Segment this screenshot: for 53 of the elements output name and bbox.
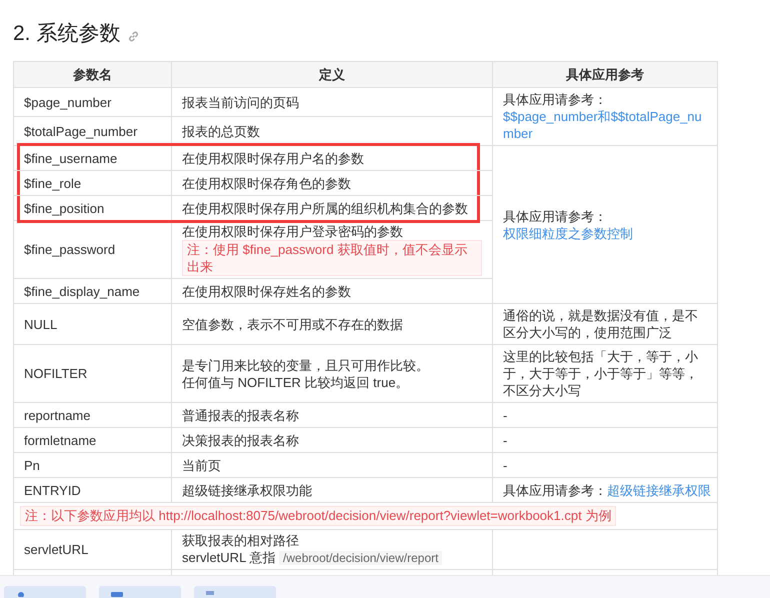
reference-text: 通俗的说，就是数据没有值，是不区分大小写的，使用范围广泛 — [503, 308, 698, 340]
definition-text: 在使用权限时保存用户登录密码的参数 — [182, 224, 403, 239]
parameter-name: servletURL — [24, 542, 88, 557]
parameter-name: formletname — [24, 432, 96, 448]
reference-link[interactable]: 权限细粒度之参数控制 — [503, 224, 707, 242]
footer-button[interactable] — [194, 586, 276, 598]
parameter-name: $totalPage_number — [24, 124, 138, 138]
definition-text: 超级链接继承权限功能 — [182, 482, 312, 498]
reference-link[interactable]: $$page_number和$$totalPage_number — [503, 108, 707, 142]
definition-text: 普通报表的报表名称 — [182, 408, 299, 422]
reference-text: - — [503, 432, 508, 448]
reference-text: 这里的比较包括「大于，等于，小于，大于等于，小于等于」等等，不区分大小写 — [503, 349, 698, 398]
parameter-name: NOFILTER — [24, 366, 88, 381]
parameter-name: ENTRYID — [24, 482, 81, 498]
definition-text: 决策报表的报表名称 — [182, 432, 299, 448]
reference-text: - — [503, 408, 508, 422]
definition-text: 在使用权限时保存姓名的参数 — [182, 284, 351, 298]
column-header: 具体应用参考 — [492, 62, 718, 88]
section-heading: 2. 系统参数 — [13, 23, 120, 44]
column-header: 定义 — [172, 62, 492, 88]
parameter-name: $fine_role — [24, 176, 82, 190]
column-header: 参数名 — [14, 62, 172, 88]
definition-text: 报表当前访问的页码 — [182, 94, 299, 110]
footer-button[interactable] — [4, 586, 86, 598]
note-banner: 注：以下参数应用均以 http://localhost:8075/webroot/decision/view/report?viewlet=workbook1.cpt 为例 — [20, 506, 616, 526]
reference-link[interactable]: 超级链接继承权限 — [607, 482, 711, 498]
parameter-name: $page_number — [24, 94, 112, 110]
definition-text: 在使用权限时保存用户所属的组织机构集合的参数 — [182, 200, 468, 216]
definition-text: 在使用权限时保存角色的参数 — [182, 176, 351, 190]
parameter-name: $fine_username — [24, 150, 118, 166]
parameter-name: Pn — [24, 458, 40, 472]
warning-note: 注：使用 $fine_password 获取值时，值不会显示出来 — [182, 240, 482, 276]
definition-text: 在使用权限时保存用户名的参数 — [182, 150, 364, 166]
reference-label: 具体应用请参考： — [503, 91, 608, 108]
code-snippet: /webroot/decision/view/report — [279, 551, 442, 565]
definition-text: 空值参数，表示不可用或不存在的数据 — [182, 316, 403, 332]
parameter-name: $fine_position — [24, 200, 104, 216]
definition-text: 当前页 — [182, 458, 221, 472]
reference-label: 具体应用请参考： — [503, 482, 607, 498]
parameter-name: reportname — [24, 408, 90, 422]
footer-button[interactable] — [99, 586, 181, 598]
parameter-name: $fine_password — [24, 242, 116, 257]
reference-label: 具体应用请参考： — [503, 208, 608, 224]
definition-text: 报表的总页数 — [182, 124, 260, 138]
link-icon[interactable] — [128, 31, 140, 42]
definition-text: 获取报表的相对路径 — [182, 533, 299, 548]
definition-text: servletURL 意指 — [182, 550, 276, 565]
parameter-name: $fine_display_name — [24, 284, 140, 298]
reference-text: - — [503, 458, 508, 472]
square-icon — [111, 591, 123, 597]
parameter-name: NULL — [24, 316, 58, 332]
definition-text: 任何值与 NOFILTER 比较均返回 true。 — [182, 374, 409, 390]
definition-text: 是专门用来比较的变量，且只可用作比较。 — [182, 358, 429, 372]
